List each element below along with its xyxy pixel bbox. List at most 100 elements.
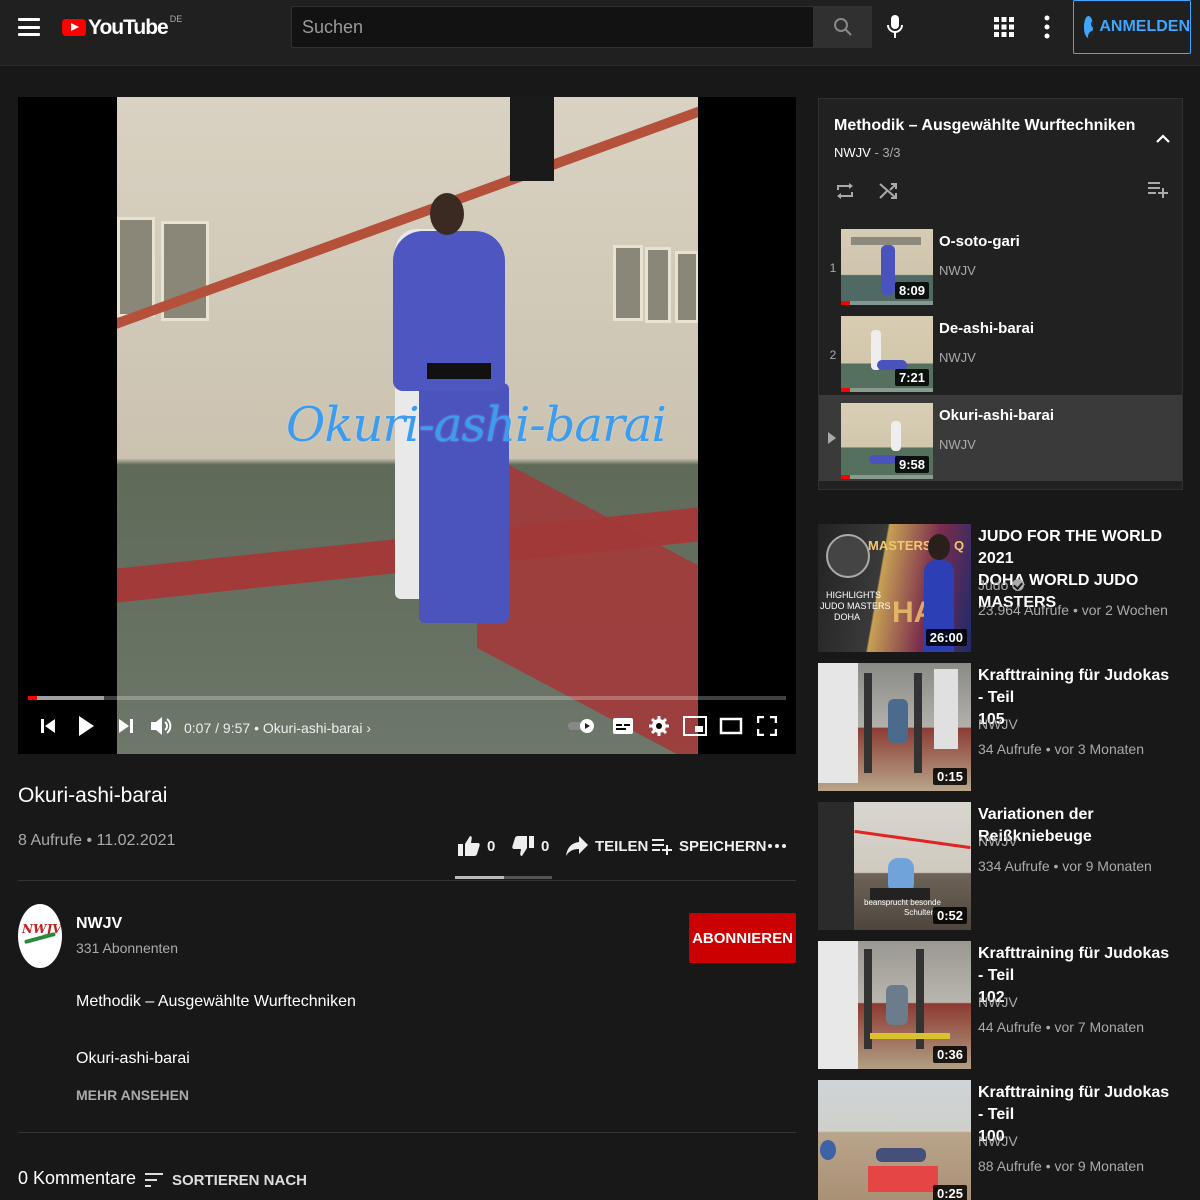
settings-more-icon[interactable] [1040,14,1054,40]
search-button[interactable] [814,6,872,48]
title-line: Krafttraining für Judokas - Teil [978,1084,1170,1123]
thumbs-up-icon [458,836,480,856]
playlist-item-current[interactable]: 9:58 Okuri-ashi-barai NWJV [819,395,1182,481]
previous-button[interactable] [36,712,60,740]
playlist-item-index: 1 [829,261,837,275]
title-line: JUDO FOR THE WORLD 2021 [978,528,1162,567]
skip-previous-icon [41,719,55,733]
dislike-count: 0 [541,837,550,855]
recommended-video[interactable]: 0:25 Krafttraining für Judokas - Teil 10… [818,1080,1183,1200]
channel-label: Judo [978,577,1009,593]
playlist-add-icon [652,839,672,855]
video-meta: 88 Aufrufe • vor 9 Monaten [978,1158,1145,1174]
apps-grid-icon[interactable] [993,16,1015,38]
recommended-video[interactable]: beansprucht besonde Schultern 0:52 Varia… [818,802,1183,932]
sort-icon [145,1173,163,1187]
playlist-channel[interactable]: NWJV [834,145,871,160]
collapse-button[interactable] [1155,131,1171,147]
channel-name: Judo [978,577,1025,593]
sign-in-label: ANMELDEN [1099,18,1190,35]
theater-mode-button[interactable] [718,712,744,740]
share-label: TEILEN [595,837,649,855]
skip-next-icon [119,719,133,733]
video-meta: 23.964 Aufrufe • vor 2 Wochen [978,602,1168,618]
watched-progress [841,301,851,305]
like-button[interactable]: 0 [457,830,495,862]
sort-label: SORTIEREN NACH [172,1171,308,1189]
youtube-logo[interactable]: YouTube DE [62,14,182,42]
video-thumbnail: 0:15 [818,663,971,791]
show-more-button[interactable]: MEHR ANSEHEN [76,1087,189,1103]
video-meta: 34 Aufrufe • vor 3 Monaten [978,741,1145,757]
time-display: 0:07 / 9:57 • Okuri-ashi-barai › [184,720,371,736]
title-line: Krafttraining für Judokas - Teil [978,667,1170,706]
meta-separator: • [86,832,97,849]
next-button[interactable] [114,712,138,740]
repeat-icon [837,183,853,199]
voice-search-button[interactable] [880,10,910,44]
miniplayer-button[interactable] [682,712,708,740]
more-horizontal-icon [768,844,786,848]
play-button[interactable] [74,712,98,740]
sentiment-bar [455,876,552,879]
comments-count: 0 Kommentare [18,1168,137,1188]
subtitles-icon [613,718,633,734]
player-controls: 0:07 / 9:57 • Okuri-ashi-barai › [18,702,796,754]
save-playlist-button[interactable] [1147,179,1171,203]
duration-badge: 7:21 [894,369,929,386]
playlist-item-index: 2 [829,348,837,362]
video-player[interactable]: Okuri-ashi-barai 0:07 / 9:57 • Okuri-ash… [18,97,796,754]
fullscreen-button[interactable] [754,712,780,740]
progress-bar[interactable] [28,696,786,700]
subscribe-button[interactable]: ABONNIEREN [689,913,796,963]
thumbnail-text: HIGHLIGHTS [826,590,882,600]
dislike-button[interactable]: 0 [511,830,549,862]
playlist-title[interactable]: Methodik – Ausgewählte Wurftechniken [834,117,1135,135]
search-icon [834,18,852,36]
now-playing-icon [828,432,836,444]
duration-badge: 8:09 [894,282,929,299]
recommended-video[interactable]: 0:36 Krafttraining für Judokas - Teil 10… [818,941,1183,1071]
channel-name: NWJV [978,833,1018,849]
sign-in-button[interactable]: ANMELDEN [1073,0,1191,54]
more-actions-button[interactable] [767,830,787,862]
playlist-subtitle: NWJV - 3/3 [834,145,901,160]
video-meta: 8 Aufrufe • 11.02.2021 [18,832,175,850]
playlist-item[interactable]: 1 8:09 O-soto-gari NWJV [819,221,1182,307]
loop-button[interactable] [833,179,857,203]
thumbs-down-icon [512,836,534,856]
account-icon [1084,16,1094,38]
logo-region: DE [169,14,183,24]
sort-button[interactable]: SORTIEREN NACH [144,1168,307,1192]
save-button[interactable]: SPEICHERN [651,830,767,862]
play-icon [79,716,94,736]
channel-name[interactable]: NWJV [76,915,122,933]
duration-badge: 0:36 [932,1046,967,1063]
search-input[interactable] [292,7,813,47]
playlist-item-title: De-ashi-barai [939,320,1035,337]
duration-badge: 0:52 [932,907,967,924]
duration-badge: 9:58 [894,456,929,473]
autoplay-toggle[interactable] [566,712,598,740]
recommended-video[interactable]: 0:15 Krafttraining für Judokas - Teil 10… [818,663,1183,793]
volume-button[interactable] [148,712,174,740]
playlist-position: 3/3 [882,145,901,160]
chapter-title[interactable]: Okuri-ashi-barai [263,720,363,736]
channel-name: NWJV [978,994,1018,1010]
share-button[interactable]: TEILEN [565,830,648,862]
subtitles-button[interactable] [610,712,636,740]
playlist-item-channel: NWJV [939,263,976,278]
shuffle-button[interactable] [877,179,901,203]
video-thumbnail: 0:36 [818,941,971,1069]
menu-icon[interactable] [18,18,40,36]
recommended-video[interactable]: MASTERS 2 - Q HA HIGHLIGHTS JUDO MASTERS… [818,524,1183,654]
playlist-item[interactable]: 2 7:21 De-ashi-barai NWJV [819,308,1182,394]
channel-avatar[interactable]: NWJV [18,904,62,968]
divider [18,1132,796,1133]
playlist-item-title: Okuri-ashi-barai [939,407,1055,424]
like-count: 0 [487,837,496,855]
save-label: SPEICHERN [679,837,767,855]
chevron-up-icon [1156,134,1170,143]
settings-button[interactable] [646,712,672,740]
thumbnail-text: JUDO MASTERS [820,601,891,611]
